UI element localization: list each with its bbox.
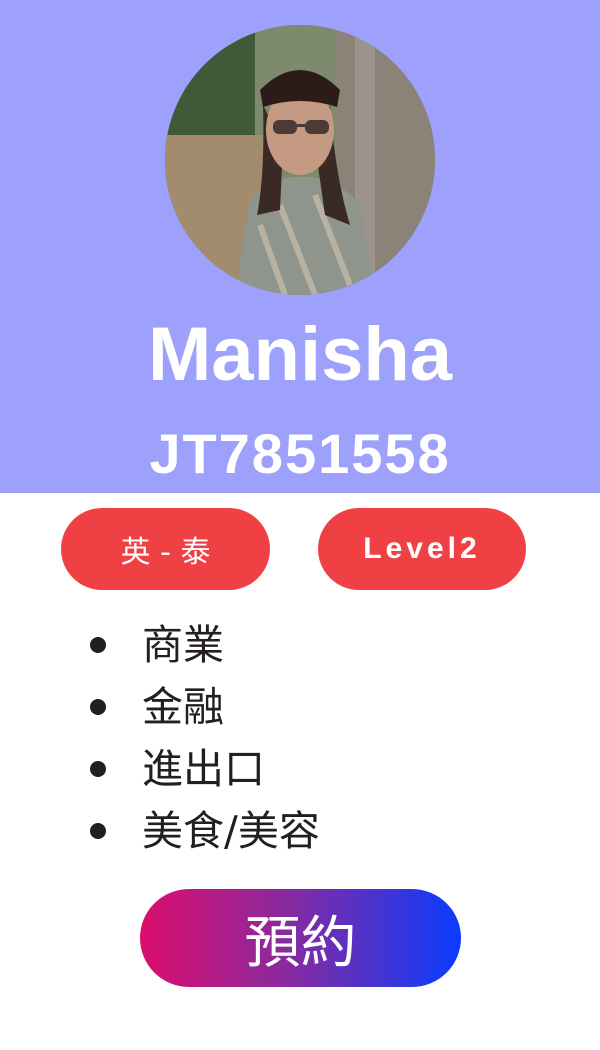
profile-header: Manisha JT7851558 — [0, 0, 600, 493]
list-item: 金融 — [88, 676, 320, 738]
list-item: 商業 — [88, 614, 320, 676]
bullet-icon — [90, 637, 106, 653]
tutor-id: JT7851558 — [149, 422, 451, 485]
language-pair-badge: 英 - 泰 — [61, 508, 270, 590]
bullet-icon — [90, 699, 106, 715]
topic-label: 進出口 — [142, 745, 265, 793]
topic-label: 美食/美容 — [142, 807, 320, 855]
topic-list: 商業 金融 進出口 美食/美容 — [88, 614, 320, 862]
tutor-name: Manisha — [147, 312, 453, 397]
avatar-image — [165, 25, 435, 295]
avatar — [165, 25, 435, 295]
list-item: 美食/美容 — [88, 800, 320, 862]
topic-label: 金融 — [142, 683, 224, 731]
book-button[interactable]: 預約 — [140, 889, 461, 987]
topic-label: 商業 — [142, 621, 224, 669]
list-item: 進出口 — [88, 738, 320, 800]
bullet-icon — [90, 761, 106, 777]
bullet-icon — [90, 823, 106, 839]
level-badge: Level2 — [318, 508, 526, 590]
